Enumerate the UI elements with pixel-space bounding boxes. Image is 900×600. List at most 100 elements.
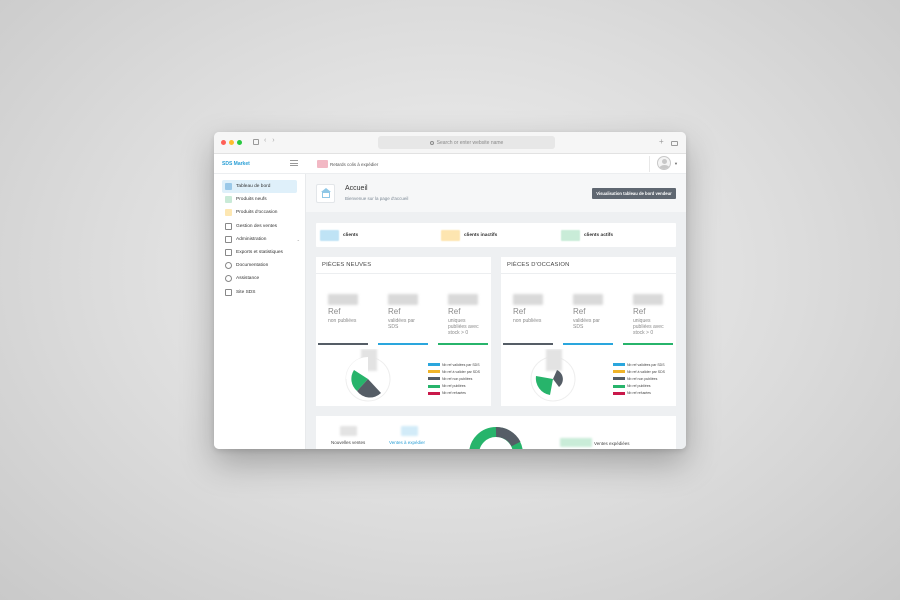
stat-clients: clients	[320, 230, 358, 241]
to-ship-count	[401, 426, 418, 436]
card-ref-label: Ref	[388, 307, 401, 316]
card-published-stock[interactable]: Ref uniques publiées avec stock > 0	[438, 279, 488, 345]
card-desc: uniques publiées avec stock > 0	[633, 318, 664, 336]
chevron-down-icon: ⌄	[296, 236, 300, 242]
info-icon	[225, 262, 232, 270]
card-accent-bar	[318, 343, 368, 345]
cart-icon	[225, 222, 232, 230]
new-products-icon	[225, 196, 232, 204]
card-desc: non publiées	[513, 318, 542, 324]
card-ref-label: Ref	[633, 307, 646, 316]
inactive-clients-count-badge	[441, 230, 460, 241]
sidebar-item-label: Exports et statistiques	[236, 250, 283, 256]
maximize-window-button[interactable]	[237, 140, 242, 145]
legend-item: Nb ref publiées	[613, 383, 665, 390]
pie-slice-unpublished	[553, 370, 563, 387]
card-published-stock[interactable]: Ref uniques publiées avec stock > 0	[623, 279, 673, 345]
card-ref-label: Ref	[573, 307, 586, 316]
close-window-button[interactable]	[221, 140, 226, 145]
back-forward-icon[interactable]: ‹ ›	[264, 137, 277, 144]
shipping-delay-alert[interactable]: Retards colis à expédier	[330, 162, 378, 167]
chart-legend: Nb ref validées par SDS Nb ref à valider…	[428, 361, 480, 397]
clients-count-badge	[320, 230, 339, 241]
legend-item: Nb ref à valider par SDS	[613, 368, 665, 375]
shipped-label[interactable]: Ventes expédiées	[594, 441, 630, 446]
card-validated[interactable]: Ref validées par SDS	[378, 279, 428, 345]
chevron-down-icon[interactable]: ▼	[674, 161, 678, 166]
package-alert-icon[interactable]	[317, 160, 328, 168]
legend-item: Nb ref publiées	[428, 383, 480, 390]
card-validated[interactable]: Ref validées par SDS	[563, 279, 613, 345]
sidebar-item-label: Site SDS	[236, 289, 256, 295]
card-ref-label: Ref	[328, 307, 341, 316]
sidebar-menu: Tableau de bord Produits neufs Produits …	[214, 174, 305, 299]
sidebar-item-dashboard[interactable]: Tableau de bord	[222, 180, 297, 194]
page-subtitle: Bienvenue sur la page d'accueil	[345, 196, 409, 201]
sidebar-item-site-sds[interactable]: Site SDS	[214, 286, 305, 299]
sidebar-item-sales[interactable]: Gestion des ventes	[214, 220, 305, 233]
sidebar-item-label: Produits d'occasion	[236, 210, 278, 216]
refs-pie-chart	[338, 349, 398, 403]
sidebar-item-new-products[interactable]: Produits neufs	[214, 193, 305, 206]
pie-slice-published	[535, 376, 553, 395]
new-tab-icon[interactable]: +	[659, 137, 664, 146]
ref-count-value	[388, 294, 418, 305]
minimize-window-button[interactable]	[229, 140, 234, 145]
panel-title: PIÈCES D'OCCASION	[501, 257, 676, 274]
stat-label: clients	[343, 233, 359, 238]
card-ref-label: Ref	[513, 307, 526, 316]
chart-line-icon	[225, 248, 232, 256]
card-desc: uniques publiées avec stock > 0	[448, 318, 479, 336]
stat-label: clients actifs	[584, 233, 614, 238]
sidebar: Tableau de bord Produits neufs Produits …	[214, 174, 306, 449]
sidebar-item-used-products[interactable]: Produits d'occasion	[214, 206, 305, 219]
browser-window: ‹ › Search or enter website name + SDS M…	[214, 132, 686, 449]
sidebar-item-assistance[interactable]: Assistance	[214, 272, 305, 285]
card-desc: non publiées	[328, 318, 357, 324]
pie-value-tooltip	[546, 349, 562, 371]
tab-overview-icon[interactable]	[671, 141, 678, 146]
stat-active-clients: clients actifs	[561, 230, 613, 241]
chart-legend: Nb ref validées par SDS Nb ref à valider…	[613, 361, 665, 397]
card-accent-bar	[623, 343, 673, 345]
card-unpublished[interactable]: Ref non publiées	[503, 279, 553, 345]
ref-cards: Ref non publiées Ref validées par SDS Re…	[501, 279, 676, 347]
card-desc: validées par SDS	[573, 318, 600, 330]
hamburger-menu-icon[interactable]	[290, 160, 298, 166]
new-sales-count	[340, 426, 357, 436]
vendor-dashboard-button[interactable]: Visualisation tableau de bord vendeur	[592, 188, 676, 199]
sidebar-toggle-icon[interactable]	[253, 139, 259, 145]
sidebar-item-label: Tableau de bord	[236, 184, 271, 190]
stat-label: clients inactifs	[464, 233, 498, 238]
used-parts-panel: PIÈCES D'OCCASION Ref non publiées Ref v…	[501, 257, 676, 406]
card-unpublished[interactable]: Ref non publiées	[318, 279, 368, 345]
legend-item: Nb ref validées par SDS	[428, 361, 480, 368]
sales-donut-chart	[469, 427, 523, 449]
stat-inactive-clients: clients inactifs	[441, 230, 497, 241]
address-bar[interactable]: Search or enter website name	[378, 136, 555, 149]
sidebar-item-label: Documentation	[236, 263, 269, 269]
page-title: Accueil	[345, 185, 368, 192]
dashboard-icon	[225, 183, 232, 190]
help-icon	[225, 275, 232, 283]
to-ship-label[interactable]: Ventes à expédier	[389, 440, 425, 445]
card-accent-bar	[563, 343, 613, 345]
shipped-count	[560, 438, 592, 447]
app-header: SDS Market Retards colis à expédier ▼	[214, 154, 686, 174]
sidebar-item-label: Produits neufs	[236, 197, 267, 203]
new-sales-label[interactable]: Nouvelles ventes	[331, 440, 365, 445]
sidebar-item-label: Gestion des ventes	[236, 223, 278, 229]
sidebar-item-exports[interactable]: Exports et statistiques	[214, 246, 305, 259]
sidebar-item-administration[interactable]: Administration ⌄	[214, 233, 305, 246]
sidebar-item-documentation[interactable]: Documentation	[214, 259, 305, 272]
ref-count-value	[448, 294, 478, 305]
panel-title: PIÈCES NEUVES	[316, 257, 491, 274]
home-icon	[316, 184, 335, 203]
brand-logo[interactable]: SDS Market	[222, 161, 250, 167]
main-content: Accueil Bienvenue sur la page d'accueil …	[306, 174, 686, 449]
external-link-icon	[225, 288, 232, 296]
browser-toolbar: ‹ › Search or enter website name +	[214, 132, 686, 154]
sidebar-item-label: Assistance	[236, 276, 260, 282]
user-avatar[interactable]	[657, 156, 671, 170]
card-accent-bar	[503, 343, 553, 345]
